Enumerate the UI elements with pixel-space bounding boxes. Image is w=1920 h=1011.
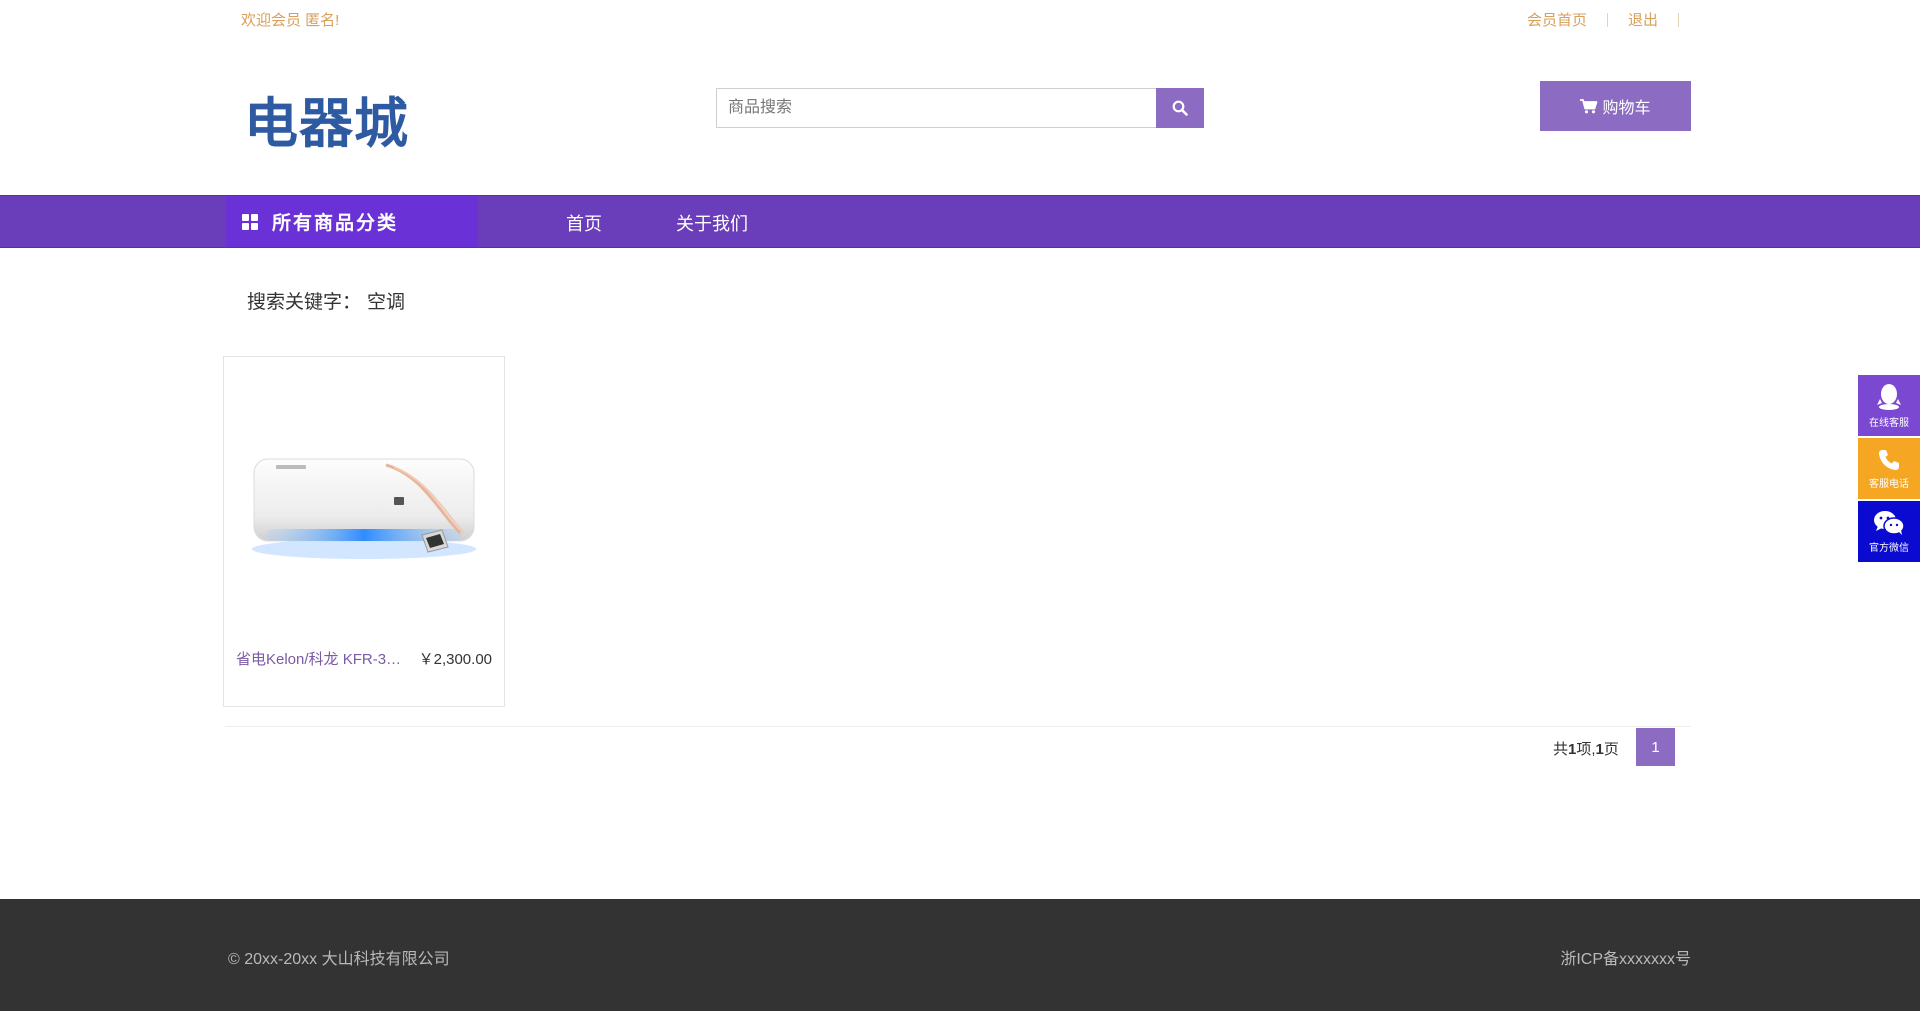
logout-link[interactable]: 退出 [1628,9,1658,30]
divider [225,726,1691,727]
cart-button[interactable]: 购物车 [1540,81,1691,131]
grid-icon [242,213,258,230]
pager-text: 页 [1603,741,1619,758]
product-name[interactable]: 省电Kelon/科龙 KFR-35GW [236,648,406,669]
product-card[interactable]: 省电Kelon/科龙 KFR-35GW ￥2,300.00 [223,356,505,707]
divider [1678,12,1679,27]
cart-icon [1580,98,1598,113]
phone-icon [1879,449,1899,470]
product-image [252,458,476,559]
search-keyword-label: 搜索关键字： [247,292,362,313]
all-categories-menu[interactable]: 所有商品分类 [226,196,478,247]
side-toolbar: 在线客服 客服电话 官方微信 [1858,375,1920,564]
search-bar [716,88,1204,128]
service-phone-button[interactable]: 客服电话 [1858,438,1920,499]
pager-text: 项, [1576,741,1596,758]
copyright-text: © 20xx-20xx 大山科技有限公司 [228,951,450,968]
service-phone-label: 客服电话 [1869,478,1909,490]
search-input[interactable] [716,88,1156,128]
search-button[interactable] [1156,88,1204,128]
icp-link[interactable]: 浙ICP备xxxxxxx号 [1560,945,1691,969]
welcome-text: 欢迎会员 匿名! [241,12,340,29]
nav-link-home[interactable]: 首页 [566,210,602,236]
cart-label: 购物车 [1602,100,1651,117]
online-service-label: 在线客服 [1869,417,1909,429]
all-categories-label: 所有商品分类 [272,213,399,234]
member-home-link[interactable]: 会员首页 [1527,9,1587,30]
wechat-button[interactable]: 官方微信 [1858,501,1920,562]
wechat-label: 官方微信 [1869,542,1909,554]
qq-icon [1877,383,1901,410]
wechat-icon [1874,510,1905,535]
page-button-current[interactable]: 1 [1636,728,1675,766]
main-nav: 所有商品分类 首页 关于我们 [0,195,1920,248]
divider [1606,12,1608,27]
pager-text: 共 [1553,741,1569,758]
pager-total-pages: 1 [1595,741,1604,758]
search-keyword-value: 空调 [367,292,406,313]
search-keyword: 搜索关键字： 空调 [247,287,405,314]
nav-link-about[interactable]: 关于我们 [676,210,748,236]
online-service-button[interactable]: 在线客服 [1858,375,1920,436]
search-icon [1172,100,1188,116]
site-logo[interactable]: 电器城 [244,94,409,154]
product-price: ￥2,300.00 [418,651,492,668]
pager-summary: 共1项,1页 [1553,738,1619,759]
footer: © 20xx-20xx 大山科技有限公司 浙ICP备xxxxxxx号 [0,899,1920,1011]
top-links: 会员首页 退出 [1527,9,1679,30]
top-bar: 欢迎会员 匿名! 会员首页 退出 [0,0,1920,38]
